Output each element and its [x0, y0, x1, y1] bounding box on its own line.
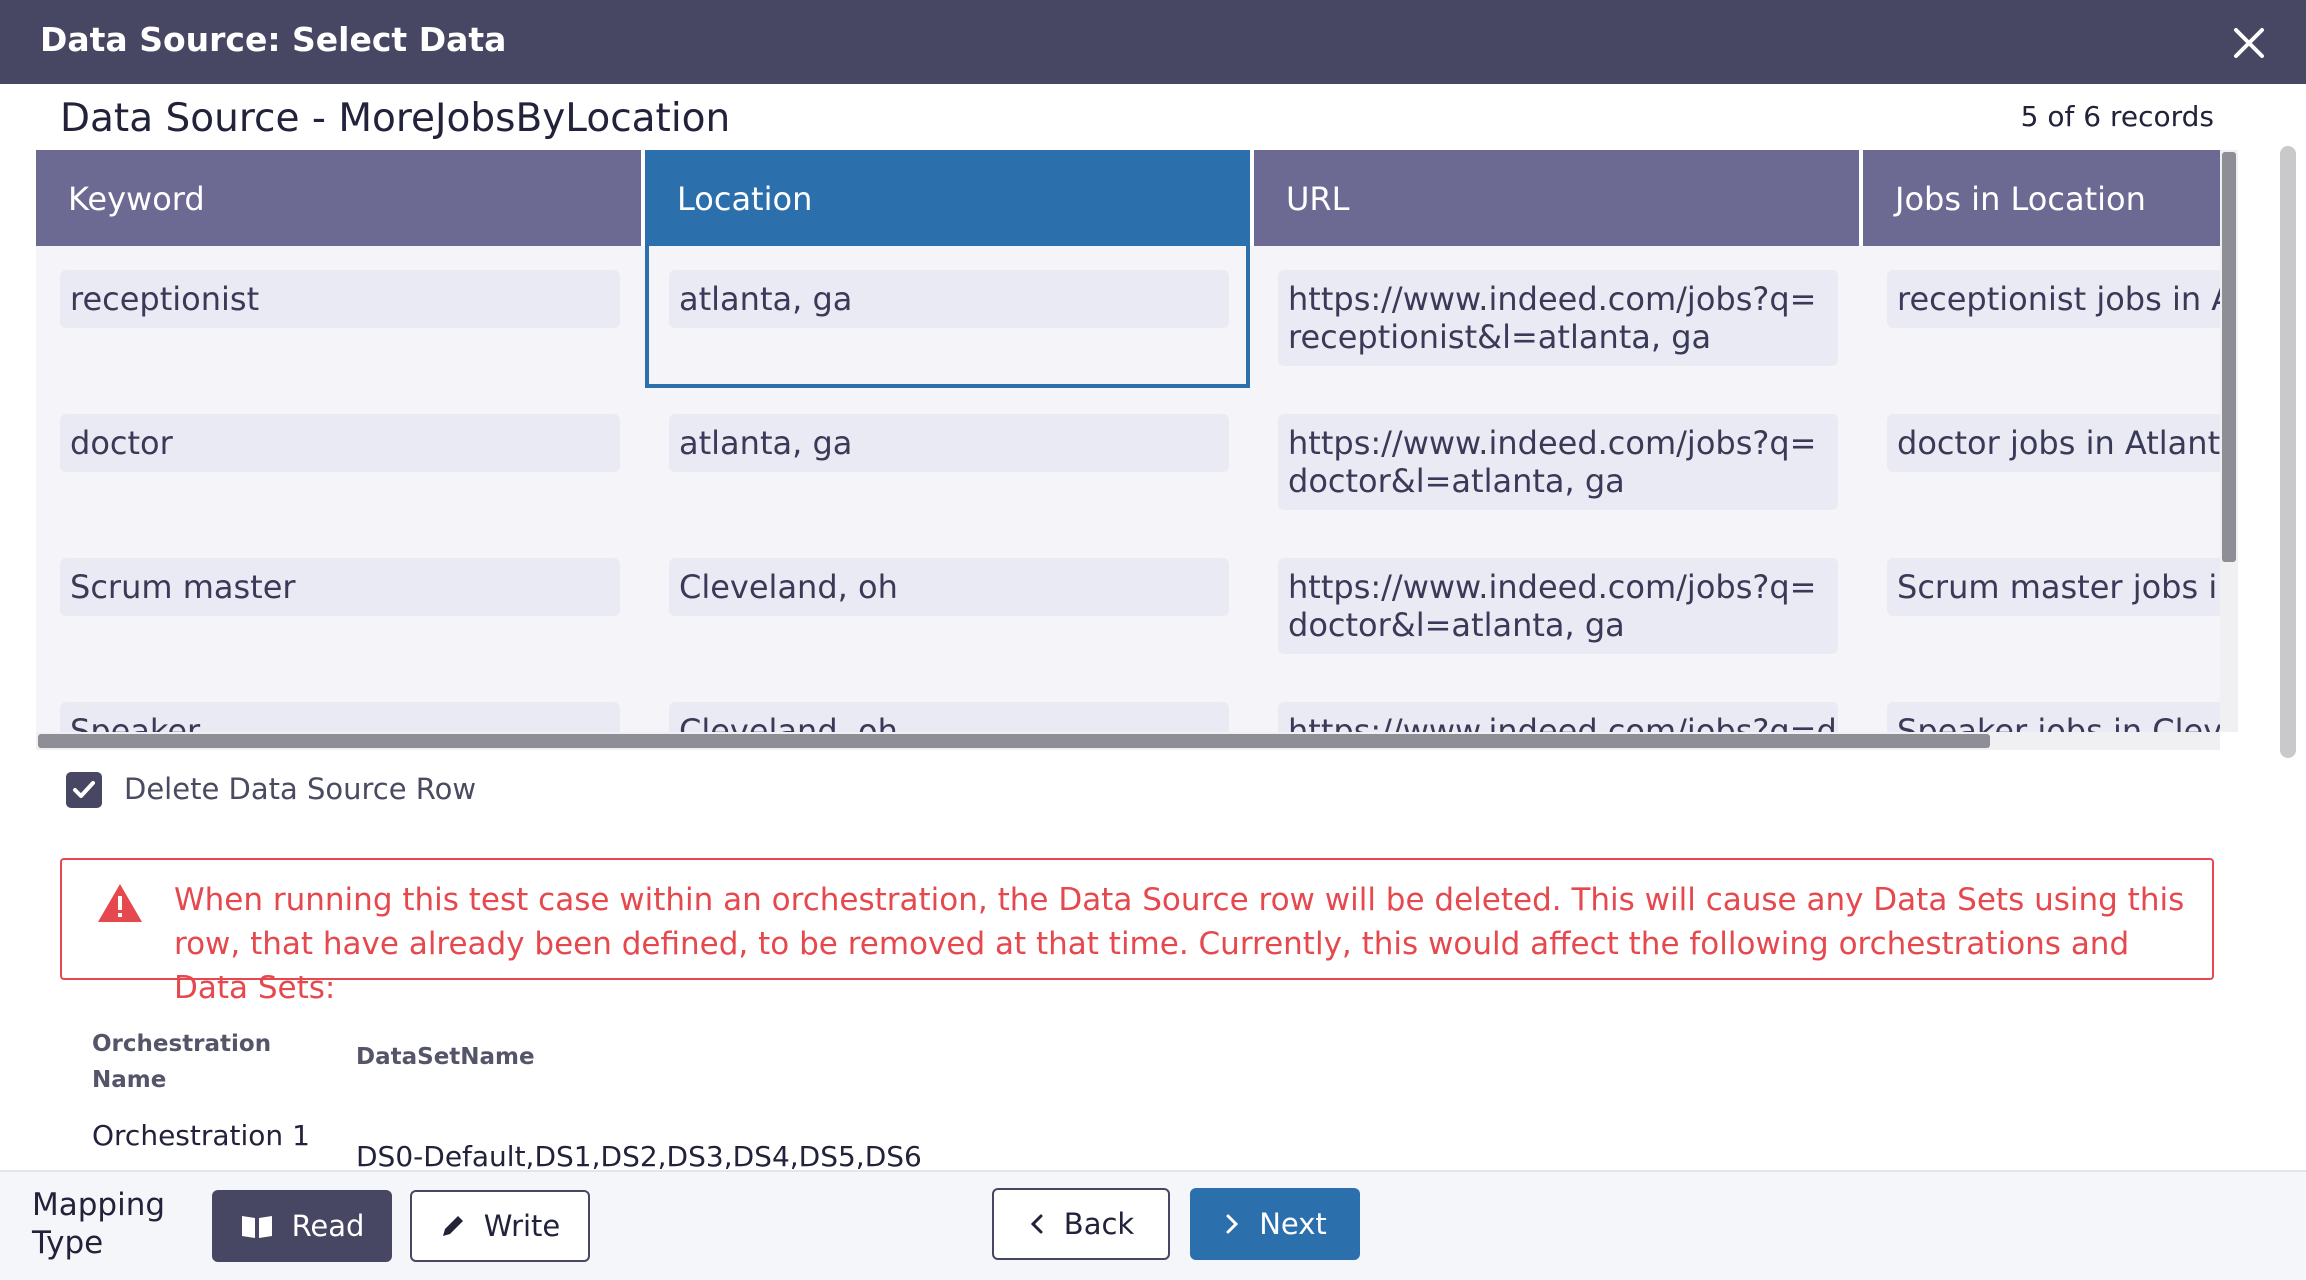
- grid-cell[interactable]: Speaker: [60, 702, 620, 732]
- delete-row-checkbox[interactable]: [66, 772, 102, 808]
- grid-cell[interactable]: https://www.indeed.com/jobs?q=doctor&l=a…: [1278, 558, 1838, 654]
- warning-text: When running this test case within an or…: [174, 882, 2185, 1006]
- grid-cell[interactable]: atlanta, ga: [669, 270, 1229, 328]
- grid-cell[interactable]: Cleveland, oh: [669, 702, 1229, 732]
- grid-cell[interactable]: atlanta, ga: [669, 414, 1229, 472]
- grid-cell[interactable]: Scrum master jobs in Cleveland, oh: [1887, 558, 2220, 616]
- grid-cell[interactable]: Speaker jobs in Cleveland: [1887, 702, 2220, 732]
- read-button[interactable]: Read: [212, 1190, 392, 1262]
- chevron-right-icon: [1223, 1213, 1241, 1235]
- column-header-url[interactable]: URL: [1254, 150, 1863, 246]
- dataset-name-cell: DS0-Default,DS1,DS2,DS3,DS4,DS5,DS6: [356, 1140, 922, 1173]
- chevron-left-icon: [1028, 1213, 1046, 1235]
- grid-cell[interactable]: Scrum master: [60, 558, 620, 616]
- grid-cell[interactable]: https://www.indeed.com/jobs?q=doctor&l=a…: [1278, 414, 1838, 510]
- next-button[interactable]: Next: [1190, 1188, 1360, 1260]
- grid-vertical-scroll-thumb[interactable]: [2222, 152, 2236, 562]
- pencil-icon: [440, 1213, 466, 1239]
- grid-cell[interactable]: Cleveland, oh: [669, 558, 1229, 616]
- grid-cell[interactable]: doctor: [60, 414, 620, 472]
- delete-row-label: Delete Data Source Row: [124, 772, 477, 806]
- data-source-title: Data Source - MoreJobsByLocation: [60, 96, 731, 141]
- column-header-keyword[interactable]: Keyword: [36, 150, 645, 246]
- back-label: Back: [1063, 1207, 1135, 1241]
- mapping-type-label: Mapping Type: [32, 1187, 166, 1261]
- dataset-name-header: DataSetName: [356, 1044, 535, 1070]
- warning-icon: [96, 882, 144, 924]
- dialog-scrollbar[interactable]: [2280, 146, 2296, 758]
- grid-cell[interactable]: https://www.indeed.com/jobs?q=receptioni…: [1278, 270, 1838, 366]
- record-count: 5 of 6 records: [2020, 100, 2214, 133]
- grid-cell[interactable]: doctor jobs in Atlanta, ga: [1887, 414, 2220, 472]
- orchestration-name-cell: Orchestration 1: [92, 1119, 310, 1152]
- dialog-title: Data Source: Select Data: [40, 20, 507, 59]
- close-icon[interactable]: [2228, 22, 2270, 64]
- read-label: Read: [291, 1209, 365, 1243]
- orchestration-name-header: Orchestration Name: [92, 1031, 272, 1093]
- data-grid: Keyword Location URL Jobs in Location re…: [36, 150, 2220, 732]
- back-button[interactable]: Back: [992, 1188, 1170, 1260]
- book-icon: [240, 1212, 274, 1240]
- write-button[interactable]: Write: [410, 1190, 590, 1262]
- grid-horizontal-scroll-thumb[interactable]: [38, 734, 1990, 748]
- dialog-titlebar: Data Source: Select Data: [0, 0, 2306, 84]
- column-header-location[interactable]: Location: [645, 150, 1254, 246]
- next-label: Next: [1259, 1207, 1327, 1241]
- warning-box: When running this test case within an or…: [60, 858, 2214, 1006]
- grid-cell[interactable]: receptionist: [60, 270, 620, 328]
- column-header-jobs-in-location[interactable]: Jobs in Location: [1863, 150, 2220, 246]
- write-label: Write: [483, 1209, 561, 1243]
- grid-cell[interactable]: receptionist jobs in Atlanta, ga: [1887, 270, 2220, 328]
- grid-cell[interactable]: https://www.indeed.com/jobs?q=d: [1278, 702, 1838, 732]
